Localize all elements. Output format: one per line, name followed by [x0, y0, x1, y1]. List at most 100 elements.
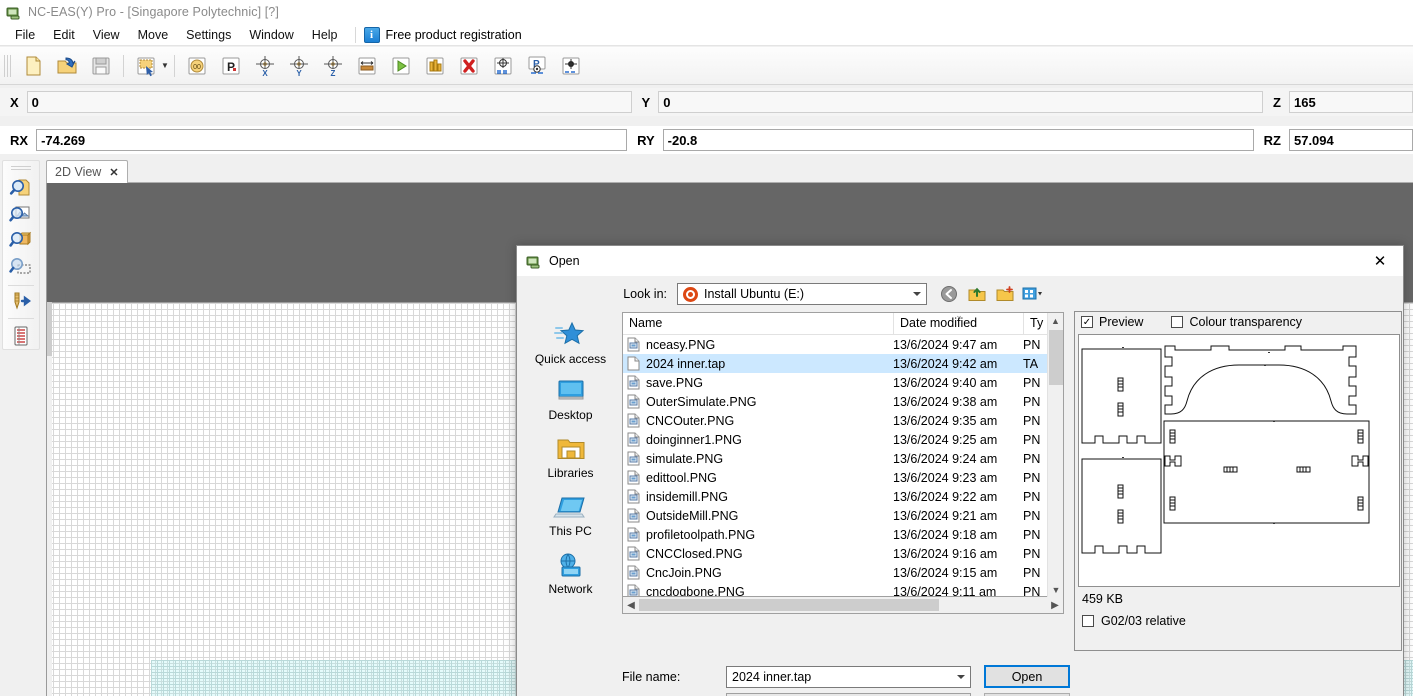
delete-icon[interactable]	[454, 51, 484, 81]
rx-input[interactable]	[36, 129, 628, 151]
file-list-scrollbar-thumb[interactable]	[1049, 330, 1063, 385]
up-folder-icon[interactable]	[965, 283, 989, 305]
label-rz: RZ	[1263, 132, 1281, 148]
table-row[interactable]: profiletoolpath.PNG 13/6/2024 9:18 am PN	[623, 525, 1063, 544]
table-row[interactable]: CNCClosed.PNG 13/6/2024 9:16 am PN	[623, 544, 1063, 563]
close-icon[interactable]: ✕	[1357, 246, 1403, 276]
save-file-icon[interactable]	[86, 51, 116, 81]
select-dropdown-caret-icon[interactable]: ▼	[161, 61, 169, 70]
menu-file[interactable]: File	[6, 25, 44, 45]
colour-transparency-checkbox[interactable]	[1171, 316, 1184, 328]
table-row[interactable]: nceasy.PNG 13/6/2024 9:47 am PN	[623, 335, 1063, 354]
left-toolbar-grip[interactable]	[11, 165, 31, 171]
canvas-scrollbar-thumb[interactable]	[47, 302, 52, 356]
place-desktop[interactable]: Desktop	[522, 374, 620, 432]
table-row[interactable]: OutsideMill.PNG 13/6/2024 9:21 am PN	[623, 506, 1063, 525]
file-name-cell: edittool.PNG	[623, 470, 893, 485]
zoom-object-icon[interactable]	[6, 228, 36, 255]
x-input[interactable]	[26, 91, 632, 113]
tab-2d-view[interactable]: 2D View ✕	[46, 160, 128, 183]
scroll-down-icon[interactable]: ▼	[1048, 582, 1064, 598]
column-header-date[interactable]: ⌄ Date modified	[893, 311, 1023, 334]
g02-03-relative-checkbox[interactable]	[1082, 615, 1094, 627]
file-date-cell: 13/6/2024 9:15 am	[893, 565, 998, 580]
file-list-vertical-scrollbar[interactable]: ▲ ▼	[1047, 313, 1063, 598]
target-dark-icon[interactable]	[556, 51, 586, 81]
back-icon[interactable]	[937, 283, 961, 305]
g-relative-option: G02/03 relative	[1075, 614, 1403, 628]
file-name-text: profiletoolpath.PNG	[646, 527, 756, 542]
table-row[interactable]: save.PNG 13/6/2024 9:40 am PN	[623, 373, 1063, 392]
target-blue-icon[interactable]	[488, 51, 518, 81]
dialog-app-icon	[526, 253, 542, 269]
table-row[interactable]: doinginner1.PNG 13/6/2024 9:25 am PN	[623, 430, 1063, 449]
table-row[interactable]: CNCOuter.PNG 13/6/2024 9:35 am PN	[623, 411, 1063, 430]
scroll-up-icon[interactable]: ▲	[1048, 313, 1063, 329]
menu-settings[interactable]: Settings	[177, 25, 240, 45]
canvas-vertical-scrollbar[interactable]	[47, 302, 52, 696]
toolbar-grip[interactable]	[4, 54, 12, 77]
menu-edit[interactable]: Edit	[44, 25, 84, 45]
rotate-y-icon[interactable]: Y	[284, 51, 314, 81]
menu-move[interactable]: Move	[129, 25, 178, 45]
rotate-x-icon[interactable]: X	[250, 51, 280, 81]
file-name-cell: insidemill.PNG	[623, 489, 893, 504]
menu-help[interactable]: Help	[303, 25, 347, 45]
close-icon[interactable]: ✕	[109, 166, 118, 179]
rz-input[interactable]	[1288, 129, 1413, 151]
image-file-icon	[627, 584, 640, 596]
new-file-icon[interactable]	[18, 51, 48, 81]
table-row[interactable]: insidemill.PNG 13/6/2024 9:22 am PN	[623, 487, 1063, 506]
menu-view[interactable]: View	[84, 25, 129, 45]
dialog-title-bar: Open ✕	[517, 246, 1403, 276]
table-row[interactable]: simulate.PNG 13/6/2024 9:24 am PN	[623, 449, 1063, 468]
scroll-right-icon[interactable]: ▶	[1047, 600, 1063, 611]
open-file-icon[interactable]	[52, 51, 82, 81]
menu-window[interactable]: Window	[240, 25, 302, 45]
place-network[interactable]: Network	[522, 548, 620, 606]
program-blue-icon[interactable]: P	[522, 51, 552, 81]
image-file-icon	[627, 508, 640, 523]
zero-point-icon[interactable]: 00	[182, 51, 212, 81]
file-name-text: CNCOuter.PNG	[646, 413, 735, 428]
look-in-combobox[interactable]: Install Ubuntu (E:)	[677, 283, 927, 305]
run-icon[interactable]	[386, 51, 416, 81]
table-row[interactable]: 2024 inner.tap 13/6/2024 9:42 am TA	[623, 354, 1063, 373]
place-this-pc[interactable]: This PC	[522, 490, 620, 548]
chart-icon[interactable]	[420, 51, 450, 81]
post-processor-icon[interactable]: P	[216, 51, 246, 81]
file-list-hscrollbar-thumb[interactable]	[639, 599, 939, 611]
file-list[interactable]: Name ⌄ Date modified Ty nceasy.PNG 13/6/2…	[622, 311, 1064, 598]
ry-input[interactable]	[662, 129, 1254, 151]
file-name-label: File name:	[622, 670, 681, 684]
colour-transparency-label: Colour transparency	[1189, 315, 1303, 329]
tool-move-icon[interactable]	[6, 288, 36, 315]
view-mode-icon[interactable]	[1021, 283, 1045, 305]
tool-list-icon[interactable]	[6, 322, 36, 349]
column-header-name[interactable]: Name	[623, 313, 893, 334]
zoom-area-icon[interactable]	[6, 255, 36, 282]
file-name-value: 2024 inner.tap	[732, 670, 812, 684]
preview-checkbox[interactable]: ✓	[1081, 316, 1093, 328]
table-row[interactable]: cncdogbone.PNG 13/6/2024 9:11 am PN	[623, 582, 1063, 596]
measure-icon[interactable]	[352, 51, 382, 81]
y-input[interactable]	[658, 91, 1264, 113]
zoom-window-icon[interactable]	[6, 201, 36, 228]
open-button[interactable]: Open	[984, 665, 1070, 688]
z-input[interactable]	[1288, 91, 1413, 113]
scroll-left-icon[interactable]: ◀	[623, 600, 639, 611]
zoom-page-icon[interactable]	[6, 174, 36, 201]
table-row[interactable]: CncJoin.PNG 13/6/2024 9:15 am PN	[623, 563, 1063, 582]
free-product-registration-link[interactable]: i Free product registration	[363, 26, 522, 43]
place-libraries[interactable]: Libraries	[522, 432, 620, 490]
select-area-icon[interactable]	[131, 51, 161, 81]
file-list-horizontal-scrollbar[interactable]: ◀ ▶	[622, 597, 1064, 614]
left-tool-palette	[2, 160, 40, 350]
file-date-cell: 13/6/2024 9:18 am	[893, 527, 998, 542]
new-folder-icon[interactable]	[993, 283, 1017, 305]
table-row[interactable]: OuterSimulate.PNG 13/6/2024 9:38 am PN	[623, 392, 1063, 411]
place-quick-access[interactable]: Quick access	[522, 316, 620, 374]
rotate-z-icon[interactable]: Z	[318, 51, 348, 81]
table-row[interactable]: edittool.PNG 13/6/2024 9:23 am PN	[623, 468, 1063, 487]
file-name-input[interactable]: 2024 inner.tap	[726, 666, 971, 688]
